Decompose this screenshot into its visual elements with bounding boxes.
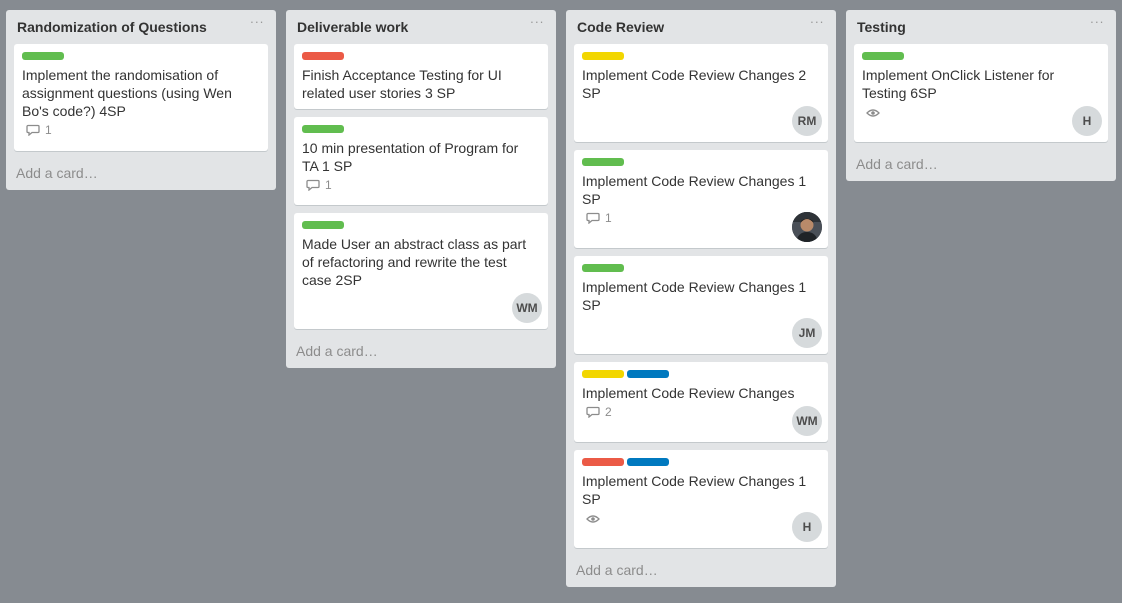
comment-icon [586, 407, 600, 419]
list-header: Testing ··· [854, 10, 1108, 44]
list-title[interactable]: Deliverable work [297, 19, 408, 35]
card-title: Implement Code Review Changes 1 SP [582, 473, 807, 507]
member-avatar[interactable]: H [1072, 106, 1102, 136]
comment-icon [306, 180, 320, 192]
list-deliverable-work: Deliverable work ··· Finish Acceptance T… [286, 10, 556, 368]
card[interactable]: 10 min presentation of Program for TA 1 … [294, 117, 548, 205]
member-avatar-photo[interactable] [792, 212, 822, 242]
label-yellow[interactable] [582, 370, 624, 378]
card-title: Implement OnClick Listener for Testing 6… [862, 67, 1055, 101]
card-title: Implement Code Review Changes [582, 385, 795, 401]
label-green[interactable] [582, 264, 624, 272]
label-green[interactable] [22, 52, 64, 60]
card-title: Implement Code Review Changes 2 SP [582, 67, 807, 101]
card-labels [302, 125, 540, 134]
label-red[interactable] [302, 52, 344, 60]
label-green[interactable] [582, 158, 624, 166]
list-testing: Testing ··· Implement OnClick Listener f… [846, 10, 1116, 181]
card-title: Implement Code Review Changes 1 SP [582, 173, 807, 207]
card[interactable]: Implement Code Review Changes 2 SP RM [574, 44, 828, 142]
card[interactable]: Made User an abstract class as part of r… [294, 213, 548, 329]
comments-badge: 2 [586, 404, 612, 419]
add-card-button[interactable]: Add a card… [574, 556, 828, 580]
user-photo-icon [792, 212, 822, 242]
card-badges [582, 510, 820, 528]
card[interactable]: Implement Code Review Changes 1 SP JM [574, 256, 828, 354]
member-avatar[interactable]: H [792, 512, 822, 542]
add-card-button[interactable]: Add a card… [294, 337, 548, 361]
comment-count: 1 [605, 211, 612, 226]
list-title[interactable]: Randomization of Questions [17, 19, 207, 35]
comments-badge: 1 [306, 177, 332, 192]
list-randomization: Randomization of Questions ··· Implement… [6, 10, 276, 190]
card-badges: 1 [302, 177, 540, 195]
list-title[interactable]: Code Review [577, 19, 664, 35]
member-avatar[interactable]: RM [792, 106, 822, 136]
card-labels [582, 158, 820, 167]
list-header: Deliverable work ··· [294, 10, 548, 44]
card-labels [582, 264, 820, 273]
card[interactable]: Implement Code Review Changes 1 SP 1 [574, 150, 828, 248]
card[interactable]: Implement Code Review Changes 2 WM [574, 362, 828, 442]
member-avatar[interactable]: WM [512, 293, 542, 323]
card-labels [582, 458, 820, 467]
card-labels [302, 52, 540, 61]
comment-count: 1 [325, 178, 332, 193]
comment-icon [586, 213, 600, 225]
comments-badge: 1 [586, 210, 612, 225]
eye-icon [586, 515, 600, 523]
list-menu-icon[interactable]: ··· [1087, 15, 1107, 33]
card-badges [862, 104, 1100, 122]
member-avatar[interactable]: WM [792, 406, 822, 436]
list-code-review: Code Review ··· Implement Code Review Ch… [566, 10, 836, 587]
list-menu-icon[interactable]: ··· [247, 15, 267, 33]
add-card-button[interactable]: Add a card… [14, 159, 268, 183]
card-title: Implement Code Review Changes 1 SP [582, 279, 807, 313]
card-title: Finish Acceptance Testing for UI related… [302, 67, 502, 101]
comment-count: 2 [605, 405, 612, 420]
board: Randomization of Questions ··· Implement… [0, 0, 1122, 603]
list-title[interactable]: Testing [857, 19, 906, 35]
card-badges: 1 [22, 122, 260, 140]
card[interactable]: Implement the randomisation of assignmen… [14, 44, 268, 151]
card-labels [862, 52, 1100, 61]
card-title: 10 min presentation of Program for TA 1 … [302, 140, 519, 174]
watching-badge [866, 105, 880, 119]
comments-badge: 1 [26, 122, 52, 137]
list-header: Code Review ··· [574, 10, 828, 44]
add-card-button[interactable]: Add a card… [854, 150, 1108, 174]
card-title: Implement the randomisation of assignmen… [22, 67, 232, 119]
list-header: Randomization of Questions ··· [14, 10, 268, 44]
label-green[interactable] [862, 52, 904, 60]
label-green[interactable] [302, 221, 344, 229]
member-avatar[interactable]: JM [792, 318, 822, 348]
eye-icon [866, 109, 880, 117]
label-blue[interactable] [627, 458, 669, 466]
watching-badge [586, 511, 600, 525]
label-yellow[interactable] [582, 52, 624, 60]
card-title: Made User an abstract class as part of r… [302, 236, 527, 288]
list-menu-icon[interactable]: ··· [527, 15, 547, 33]
list-menu-icon[interactable]: ··· [807, 15, 827, 33]
card-labels [582, 370, 820, 379]
label-blue[interactable] [627, 370, 669, 378]
card[interactable]: Implement OnClick Listener for Testing 6… [854, 44, 1108, 142]
label-red[interactable] [582, 458, 624, 466]
card[interactable]: Implement Code Review Changes 1 SP H [574, 450, 828, 548]
comment-count: 1 [45, 123, 52, 138]
card-labels [302, 221, 540, 230]
card-labels [22, 52, 260, 61]
comment-icon [26, 125, 40, 137]
card[interactable]: Finish Acceptance Testing for UI related… [294, 44, 548, 109]
card-badges: 2 [582, 404, 820, 422]
label-green[interactable] [302, 125, 344, 133]
card-badges: 1 [582, 210, 820, 228]
card-labels [582, 52, 820, 61]
